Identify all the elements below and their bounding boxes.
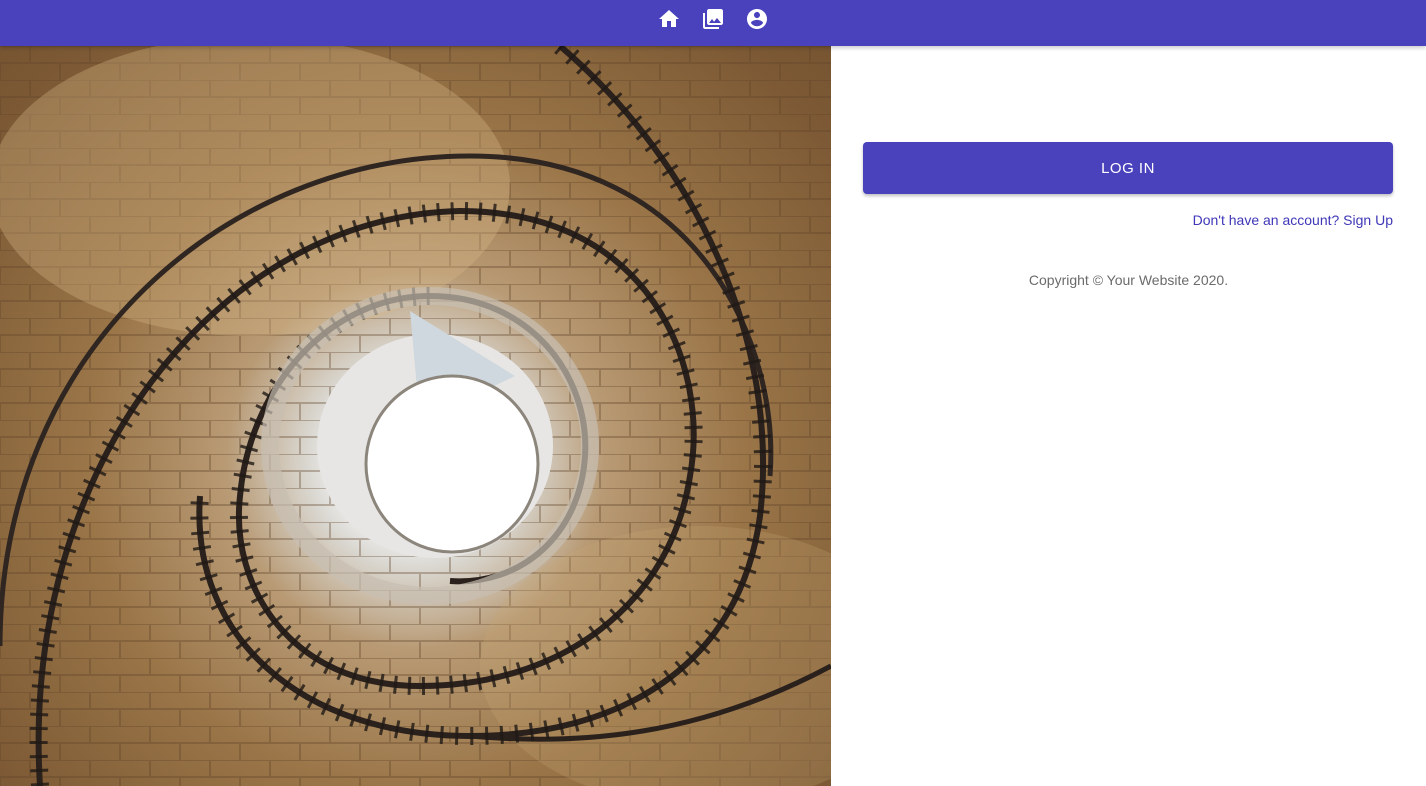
spiral-staircase-image: [0, 46, 831, 786]
login-button[interactable]: LOG IN: [863, 142, 1393, 194]
spiral-staircase-illustration: [0, 46, 831, 786]
copyright-text: Copyright © Your Website 2020.: [1028, 272, 1229, 288]
account-circle-icon[interactable]: [745, 7, 769, 31]
home-icon[interactable]: [657, 7, 681, 31]
signup-link[interactable]: Don't have an account? Sign Up: [1193, 212, 1393, 228]
photo-library-icon[interactable]: [701, 7, 725, 31]
login-panel: LOG IN Don't have an account? Sign Up Co…: [831, 46, 1426, 786]
top-app-bar: [0, 0, 1426, 46]
